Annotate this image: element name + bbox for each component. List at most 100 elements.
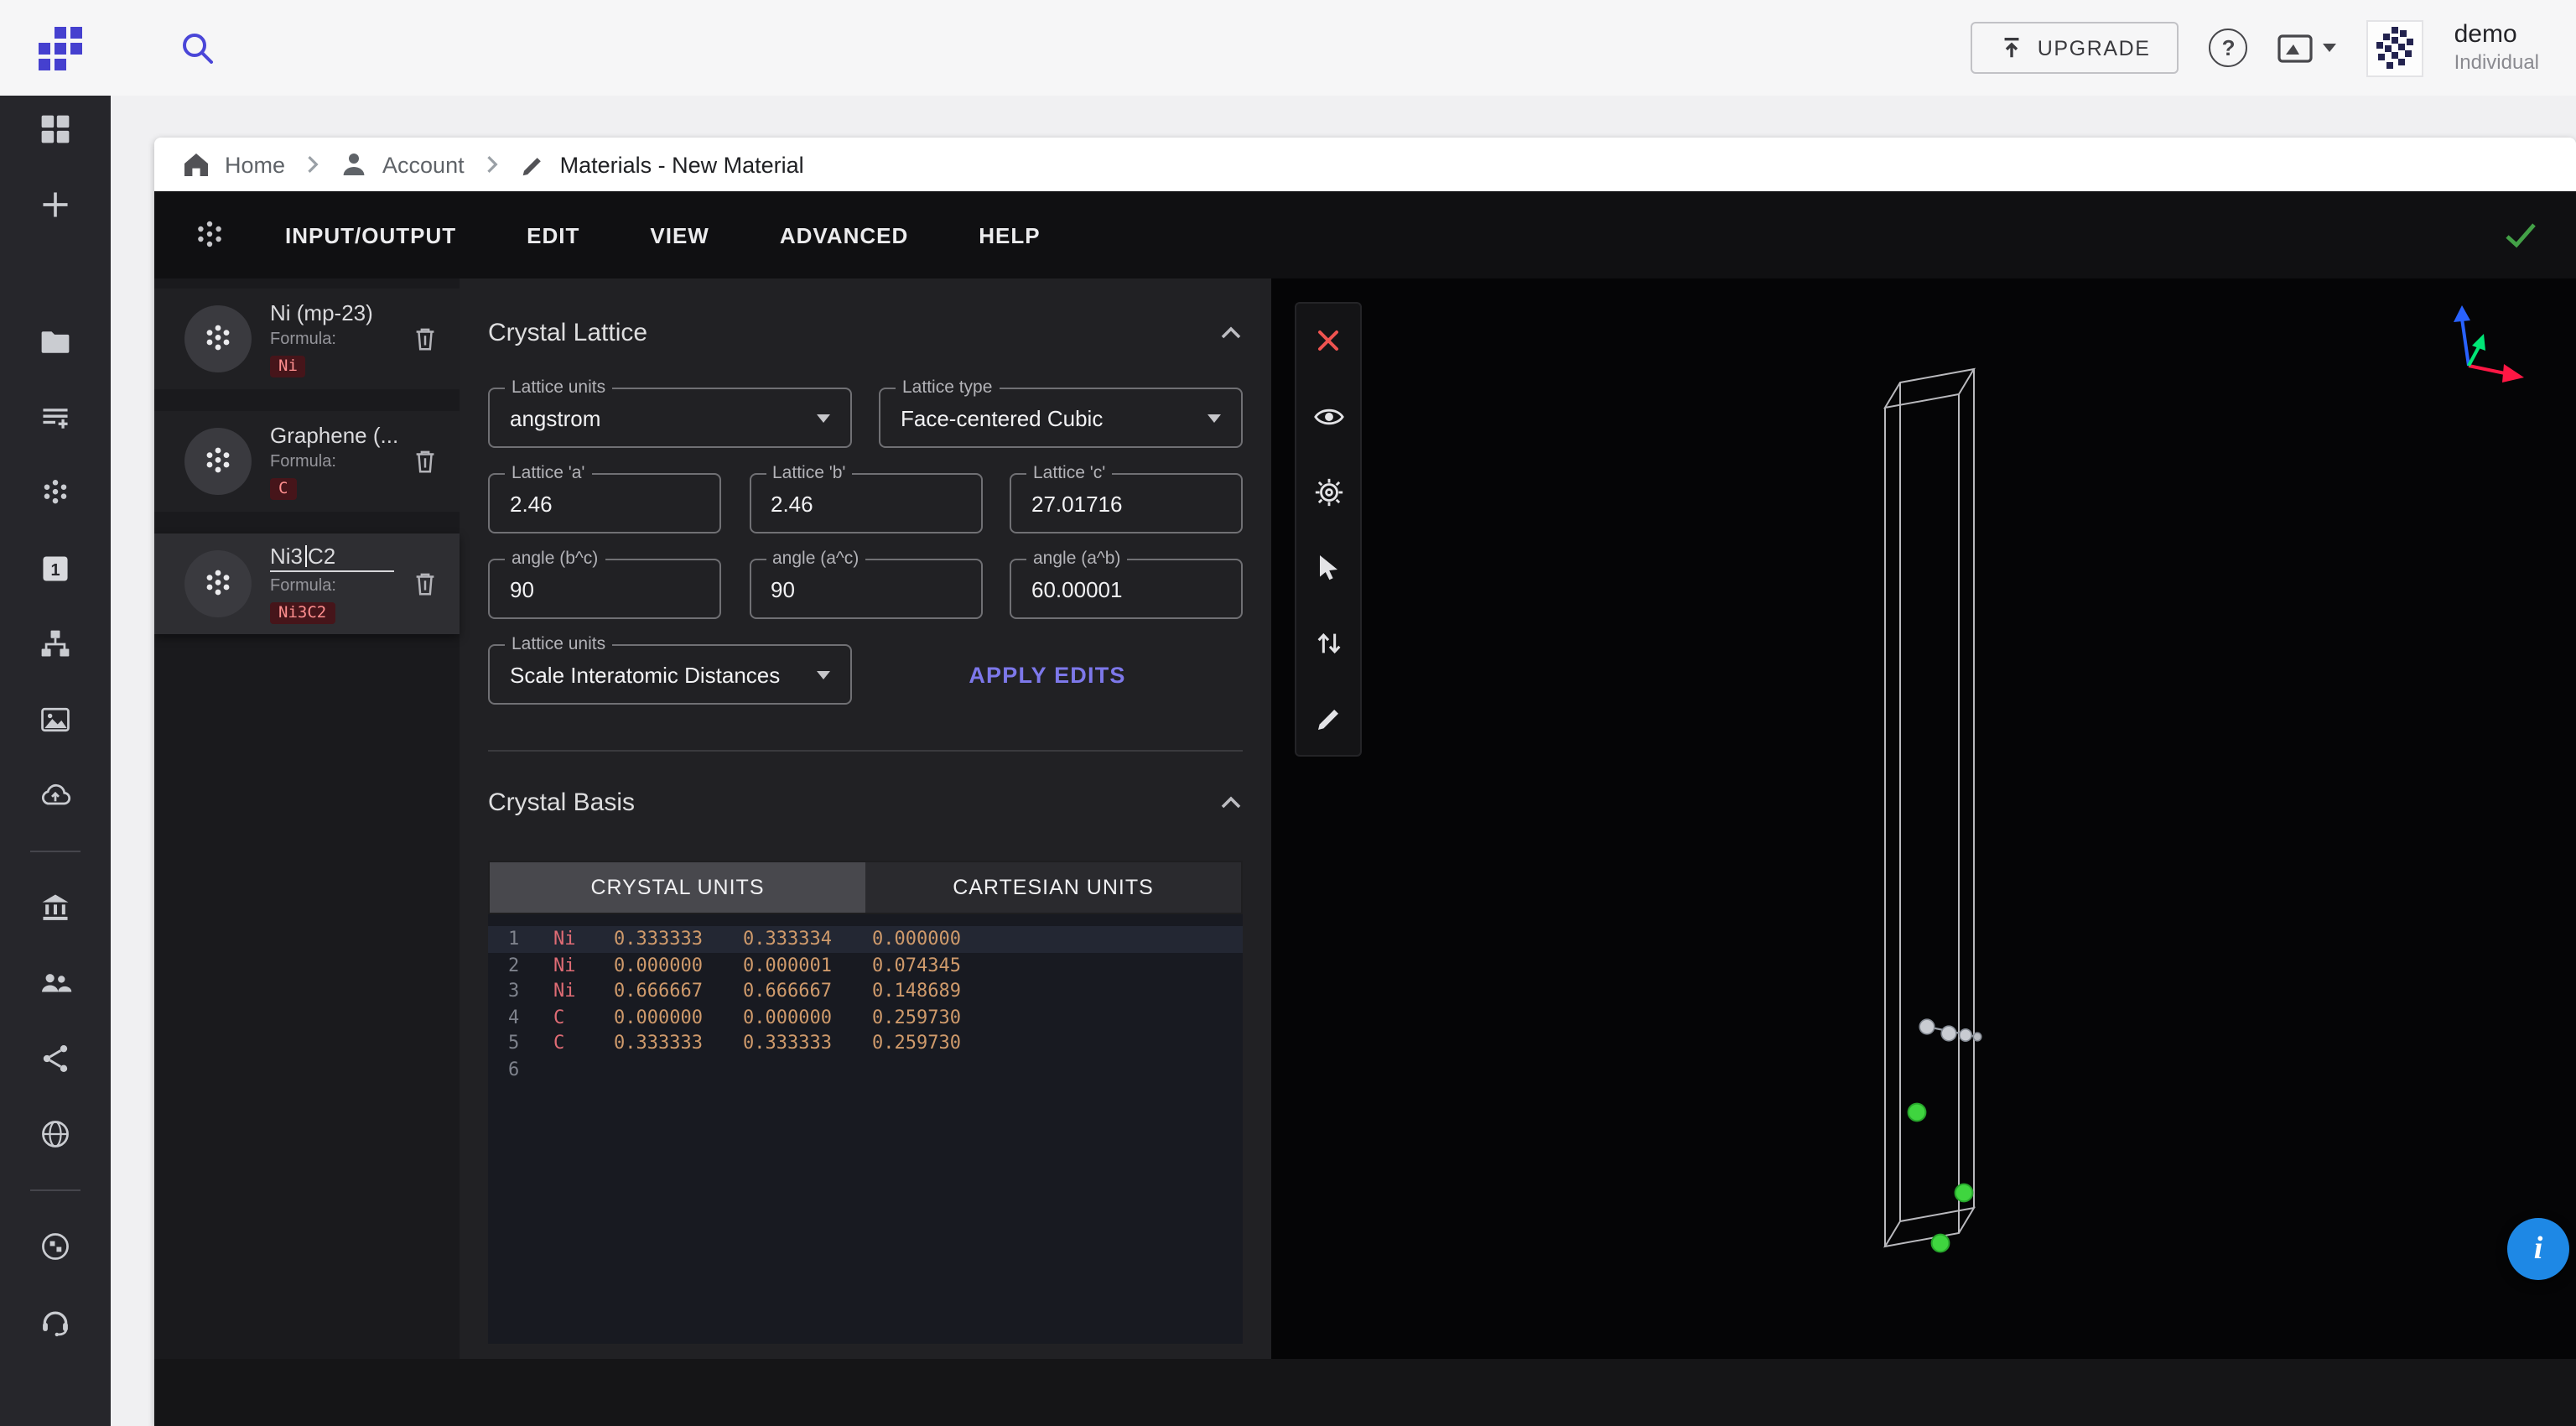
support-icon[interactable] — [35, 1302, 75, 1342]
playlist-icon[interactable] — [35, 398, 75, 438]
edit-icon — [518, 150, 547, 179]
folder-icon[interactable] — [35, 322, 75, 362]
lattice-a-field[interactable]: Lattice 'a' 2.46 — [488, 473, 721, 533]
materials-icon[interactable] — [35, 473, 75, 513]
menu-help[interactable]: HELP — [979, 222, 1040, 247]
media-icon[interactable] — [35, 700, 75, 740]
angle-ab-field[interactable]: angle (a^b) 60.00001 — [1010, 559, 1243, 619]
structure-viewer[interactable]: i — [1271, 278, 2576, 1359]
formula-chip: Ni — [270, 355, 306, 377]
tab-crystal-units[interactable]: CRYSTAL UNITS — [490, 862, 865, 913]
visibility-icon[interactable] — [1311, 399, 1345, 433]
formula-label: Formula: — [270, 330, 411, 348]
home-icon — [181, 149, 211, 180]
material-name: Ni (mp-23) — [270, 299, 411, 325]
crystal-basis-header: Crystal Basis — [488, 788, 1243, 817]
avatar[interactable] — [2367, 19, 2424, 76]
material-item-graphene[interactable]: Graphene (... Formula: C — [154, 411, 460, 512]
user-block[interactable]: demo Individual — [2454, 19, 2539, 76]
sidebar: 1 — [0, 96, 111, 1426]
breadcrumb-home[interactable]: Home — [181, 149, 285, 180]
scale-units-select[interactable]: Lattice units Scale Interatomic Distance… — [488, 644, 852, 705]
delete-material-button[interactable] — [411, 324, 439, 354]
axes-gizmo — [2418, 299, 2529, 396]
collapse-icon[interactable] — [1219, 324, 1243, 342]
material-name-input[interactable]: Ni3 C2 — [270, 543, 394, 571]
section-title: Crystal Lattice — [488, 319, 647, 347]
menu-advanced[interactable]: ADVANCED — [780, 222, 908, 247]
app-root: UPGRADE ? — [0, 0, 2576, 1426]
material-icon — [184, 428, 252, 495]
media-menu-button[interactable] — [2278, 33, 2337, 63]
upgrade-button[interactable]: UPGRADE — [1971, 22, 2179, 74]
field-label: angle (a^b) — [1026, 549, 1127, 569]
user-plan: Individual — [2454, 51, 2539, 76]
tab-cartesian-units[interactable]: CARTESIAN UNITS — [865, 862, 1241, 913]
viewer-toolbar — [1295, 302, 1362, 757]
section-title: Crystal Basis — [488, 788, 635, 817]
close-icon[interactable] — [1311, 324, 1345, 357]
breadcrumb-home-label: Home — [225, 152, 285, 177]
field-label: angle (b^c) — [505, 549, 605, 569]
workflows-icon[interactable] — [35, 624, 75, 664]
material-item-ni3c2[interactable]: Ni3 C2 Formula: Ni3C2 — [154, 533, 460, 634]
menubar: INPUT/OUTPUT EDIT VIEW ADVANCED HELP — [154, 191, 2576, 278]
explore-icon[interactable] — [35, 1226, 75, 1267]
cloud-icon[interactable] — [35, 775, 75, 815]
organization-icon[interactable] — [35, 887, 75, 928]
field-value: Face-centered Cubic — [901, 405, 1103, 430]
chevron-down-icon — [817, 670, 830, 679]
team-icon[interactable] — [35, 963, 75, 1003]
field-label: Lattice units — [505, 634, 612, 654]
basis-row: 5C0.3333330.3333330.259730 — [488, 1030, 1243, 1056]
breadcrumb-account[interactable]: Account — [339, 149, 465, 180]
svg-text:1: 1 — [50, 561, 60, 580]
formula-label: Formula: — [270, 452, 411, 471]
edit-pencil-icon[interactable] — [1311, 701, 1345, 735]
info-button[interactable]: i — [2507, 1218, 2569, 1280]
search-icon[interactable] — [174, 24, 221, 71]
crystal-basis-section: Crystal Basis CRYSTAL UNITS CARTESIAN UN… — [488, 750, 1243, 1344]
field-value: 27.01716 — [1031, 491, 1122, 516]
logo-icon — [39, 26, 82, 70]
card-footer — [154, 1359, 2576, 1426]
basis-row: 3Ni0.6666670.6666670.148689 — [488, 978, 1243, 1004]
topbar-right: UPGRADE ? — [1971, 19, 2539, 76]
select-cursor-icon[interactable] — [1311, 550, 1345, 584]
app-logo[interactable] — [37, 24, 84, 71]
apply-edits-button[interactable]: APPLY EDITS — [969, 662, 1125, 687]
unit-cell-canvas[interactable] — [1271, 278, 2576, 1359]
menu-input-output[interactable]: INPUT/OUTPUT — [285, 222, 456, 247]
menu-edit[interactable]: EDIT — [527, 222, 579, 247]
field-value: 2.46 — [510, 491, 553, 516]
material-name: Graphene (... — [270, 422, 411, 447]
lattice-c-field[interactable]: Lattice 'c' 27.01716 — [1010, 473, 1243, 533]
settings-gear-icon[interactable] — [1311, 475, 1345, 508]
text-cursor — [304, 544, 306, 566]
material-item-ni[interactable]: Ni (mp-23) Formula: Ni — [154, 289, 460, 389]
dashboard-icon[interactable] — [35, 109, 75, 149]
globe-icon[interactable] — [35, 1114, 75, 1154]
collapse-icon[interactable] — [1219, 794, 1243, 812]
field-value: 90 — [771, 576, 795, 601]
add-icon[interactable] — [35, 185, 75, 225]
angle-ac-field[interactable]: angle (a^c) 90 — [749, 559, 982, 619]
upgrade-icon — [1999, 35, 2024, 60]
menu-view[interactable]: VIEW — [650, 222, 709, 247]
help-button[interactable]: ? — [2210, 29, 2248, 67]
field-label: Lattice type — [896, 377, 999, 398]
share-icon[interactable] — [35, 1038, 75, 1079]
basis-editor[interactable]: 1Ni0.3333330.3333340.000000 2Ni0.0000000… — [488, 914, 1243, 1344]
basis-row: 2Ni0.0000000.0000010.074345 — [488, 952, 1243, 978]
lattice-b-field[interactable]: Lattice 'b' 2.46 — [749, 473, 982, 533]
jobs-icon[interactable]: 1 — [35, 549, 75, 589]
angle-bc-field[interactable]: angle (b^c) 90 — [488, 559, 721, 619]
lattice-type-select[interactable]: Lattice type Face-centered Cubic — [879, 388, 1243, 448]
swap-vertical-icon[interactable] — [1311, 626, 1345, 659]
save-check-icon[interactable] — [2502, 216, 2539, 253]
formula-label: Formula: — [270, 576, 411, 595]
materials-list: Ni (mp-23) Formula: Ni Graphene (... For… — [154, 278, 460, 1359]
delete-material-button[interactable] — [411, 446, 439, 476]
lattice-units-select[interactable]: Lattice units angstrom — [488, 388, 852, 448]
delete-material-button[interactable] — [411, 569, 439, 599]
